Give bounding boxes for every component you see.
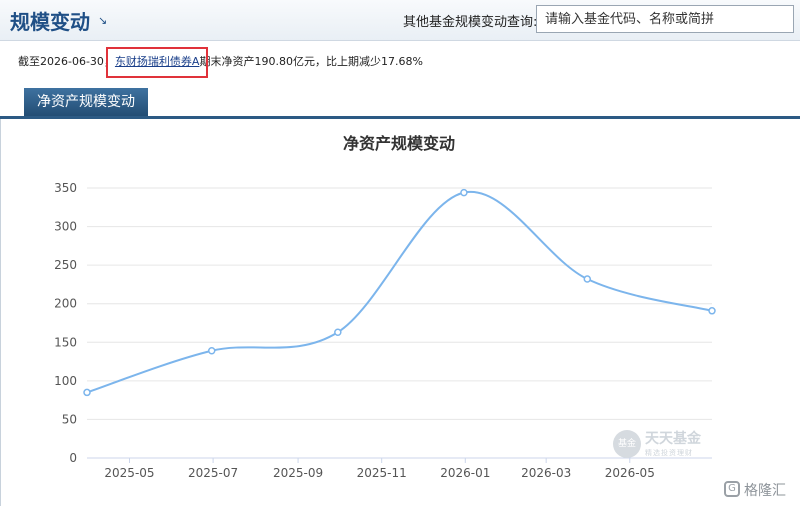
x-tick-label: 2025-07 [188,466,238,480]
tab-bar: 净资产规模变动 [0,88,800,119]
data-point [583,275,592,283]
x-tick-label: 2025-09 [273,466,323,480]
info-line: 截至2026-06-30，东财扬瑞利债券A期末净资产190.80亿元，比上期减少… [18,53,423,69]
y-tick-label: 350 [54,181,77,195]
corner-text: 格隆汇 [744,483,786,499]
x-tick-label: 2026-01 [440,466,490,480]
expand-arrow-icon[interactable]: ↘ [98,14,107,27]
fund-search-input[interactable] [536,5,794,33]
watermark-title: 天天基金 [645,431,701,447]
data-point [460,188,468,197]
y-tick-label: 250 [54,258,77,272]
watermark-subtitle: 精选投资理财 [645,449,693,457]
watermark: 基金 天天基金 精选投资理财 [613,428,713,460]
y-tick-label: 200 [54,297,77,311]
y-tick-label: 50 [62,412,77,426]
y-tick-label: 100 [54,374,77,388]
corner-watermark: G 格隆汇 [724,479,794,501]
corner-logo-icon: G [724,481,740,497]
watermark-logo-icon: 基金 [613,430,641,458]
info-prefix: 截至2026-06-30， [18,55,115,68]
y-tick-label: 150 [54,335,77,349]
search-label: 其他基金规模变动查询: [403,15,538,30]
data-point [708,307,716,315]
info-suffix: 期末净资产190.80亿元，比上期减少17.68% [199,55,423,68]
tab-net-asset-scale[interactable]: 净资产规模变动 [24,88,148,116]
highlight-box [106,47,208,78]
series-line [86,190,713,394]
y-tick-label: 0 [69,451,77,465]
data-point [207,347,216,355]
x-tick-label: 2025-11 [357,466,407,480]
header-bar: 规模变动 ↘ 其他基金规模变动查询: [0,0,800,41]
data-point [334,328,342,337]
y-tick-label: 300 [54,220,77,234]
x-tick-label: 2026-05 [605,466,655,480]
x-tick-label: 2025-05 [104,466,154,480]
data-point [83,388,91,397]
page-title: 规模变动 [10,10,90,34]
chart-title: 净资产规模变动 [343,134,455,153]
x-tick-label: 2026-03 [521,466,571,480]
